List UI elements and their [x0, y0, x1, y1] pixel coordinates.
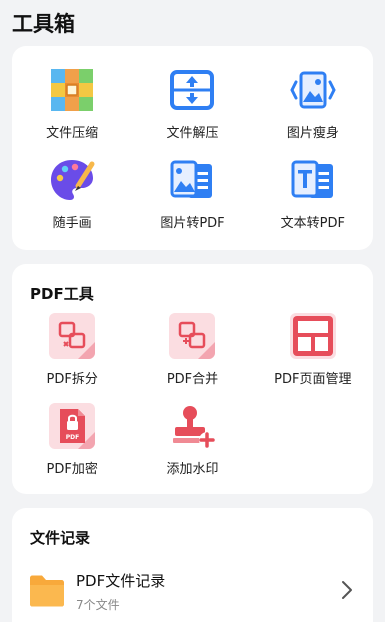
record-count: 7个文件 — [76, 598, 120, 612]
tool-pdf-page-manage[interactable]: PDF页面管理 — [253, 312, 373, 402]
tool-pdf-encrypt[interactable]: PDF PDF加密 — [12, 402, 132, 492]
record-title: PDF文件记录 — [76, 572, 166, 590]
folder-icon — [30, 575, 64, 607]
record-item-pdf[interactable]: PDF文件记录 7个文件 — [12, 566, 373, 622]
chevron-right-icon — [342, 581, 352, 599]
section-title: PDF工具 — [30, 285, 94, 303]
text-to-doc-icon — [291, 160, 333, 198]
tool-label: PDF加密 — [46, 462, 98, 477]
tool-label: 图片瘦身 — [286, 126, 339, 141]
tool-image-to-pdf[interactable]: 图片转PDF — [132, 156, 252, 246]
pdf-merge-icon — [169, 313, 216, 359]
toolbox-grid: 文件压缩 文件解压 图片瘦身 随手画 图片转PDF 文本转PDF — [12, 66, 373, 246]
tool-pdf-split[interactable]: PDF拆分 — [12, 312, 132, 402]
pdf-tools-grid: PDF拆分 PDF合并 PDF页面管理 PDF PDF加密 添加水印 — [12, 312, 373, 492]
tool-label: 图片转PDF — [160, 216, 225, 231]
tool-label: 文件压缩 — [46, 126, 99, 141]
tool-label: PDF合并 — [166, 372, 219, 387]
records-card: 文件记录 PDF文件记录 7个文件 — [12, 508, 373, 622]
pdf-tools-card: PDF工具 PDF拆分 PDF合并 PDF页面管理 PDF PDF加密 添加水印 — [12, 264, 373, 494]
section-title: 文件记录 — [30, 529, 91, 547]
tool-label: 添加水印 — [166, 462, 219, 477]
paint-palette-icon — [51, 160, 95, 200]
archive-icon — [51, 69, 94, 111]
tool-label: PDF拆分 — [46, 372, 98, 387]
page-title: 工具箱 — [12, 12, 75, 36]
tool-pdf-merge[interactable]: PDF合并 — [132, 312, 252, 402]
svg-text:PDF: PDF — [66, 434, 79, 441]
tool-file-compress[interactable]: 文件压缩 — [12, 66, 132, 156]
tool-label: PDF页面管理 — [274, 372, 352, 387]
stamp-add-icon — [173, 406, 216, 448]
pdf-lock-icon: PDF — [49, 403, 96, 449]
pdf-page-layout-icon — [289, 313, 336, 359]
tool-add-watermark[interactable]: 添加水印 — [132, 402, 252, 492]
unzip-arrows-icon — [170, 70, 215, 110]
tool-label: 文本转PDF — [280, 216, 345, 231]
tool-label: 文件解压 — [166, 126, 219, 141]
tool-freehand-draw[interactable]: 随手画 — [12, 156, 132, 246]
tool-label: 随手画 — [52, 216, 92, 231]
tool-text-to-pdf[interactable]: 文本转PDF — [253, 156, 373, 246]
tool-image-slim[interactable]: 图片瘦身 — [253, 66, 373, 156]
image-to-doc-icon — [170, 160, 213, 198]
image-compress-icon — [290, 71, 336, 109]
pdf-split-icon — [49, 313, 96, 359]
tool-file-unzip[interactable]: 文件解压 — [132, 66, 252, 156]
toolbox-card: 文件压缩 文件解压 图片瘦身 随手画 图片转PDF 文本转PDF — [12, 46, 373, 250]
